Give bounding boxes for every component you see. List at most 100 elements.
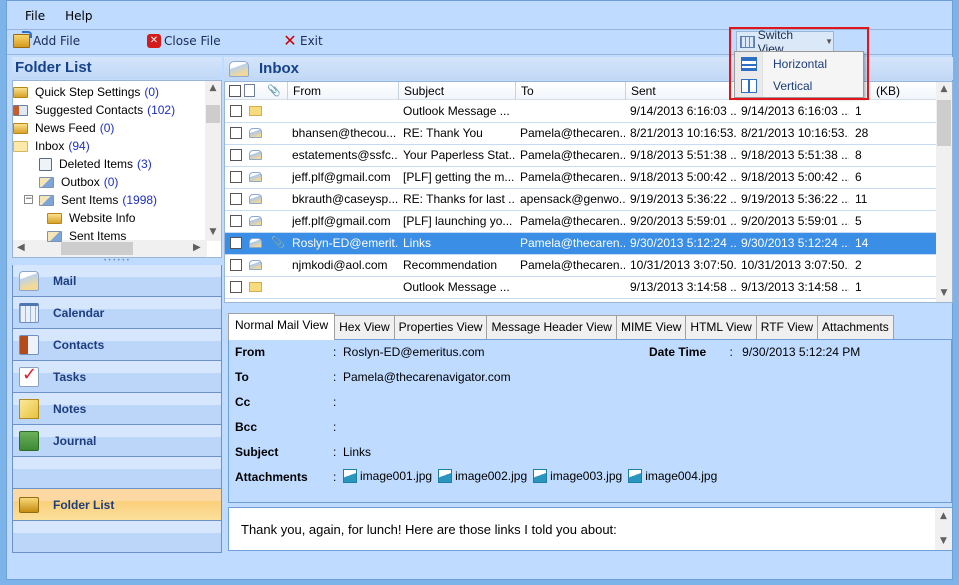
from-label: From (235, 345, 265, 359)
menu-help[interactable]: Help (65, 9, 92, 23)
row-checkbox[interactable] (230, 105, 242, 117)
colon: : (333, 370, 337, 384)
tab-mime-view[interactable]: MIME View (615, 315, 687, 339)
folder-item[interactable]: Sent Items (1998) (39, 191, 157, 209)
close-file-button[interactable]: ✕ Close File (147, 34, 221, 48)
cell-subject: RE: Thanks for last ... (403, 192, 515, 206)
nav-item-folderlist[interactable]: Folder List (13, 489, 221, 521)
tab-hex-view[interactable]: Hex View (334, 315, 395, 339)
attachment-item[interactable]: image001.jpg (343, 469, 432, 483)
row-checkbox[interactable] (230, 149, 242, 161)
folder-item[interactable]: Deleted Items (3) (39, 155, 152, 173)
message-row[interactable]: estatements@ssfc... Your Paperless Stat..… (225, 145, 938, 167)
navigation-pane: Mail Calendar Contacts Tasks Notes Journal Fol… (12, 265, 222, 553)
datetime-label: Date Time (649, 345, 707, 359)
scroll-right-icon[interactable]: ▶ (193, 242, 201, 253)
row-checkbox[interactable] (230, 215, 242, 227)
row-checkbox[interactable] (230, 171, 242, 183)
message-body[interactable]: Thank you, again, for lunch! Here are th… (228, 507, 953, 551)
select-all-checkbox[interactable] (229, 85, 241, 97)
message-row[interactable]: bkrauth@caseysp... RE: Thanks for last ..… (225, 189, 938, 211)
nav-item-notes[interactable]: Notes (13, 393, 221, 425)
scroll-down-icon[interactable]: ▼ (205, 227, 221, 237)
tab-html-view[interactable]: HTML View (685, 315, 757, 339)
folder-item[interactable]: News Feed (0) (13, 119, 114, 137)
menu-bar: File Help (7, 5, 952, 27)
row-checkbox[interactable] (230, 281, 242, 293)
cell-from: njmkodi@aol.com (292, 258, 388, 272)
attachment-item[interactable]: image002.jpg (438, 469, 527, 483)
tab-properties-view[interactable]: Properties View (393, 315, 488, 339)
folder-item[interactable]: Sent Items (47, 227, 126, 245)
folder-icon (13, 122, 28, 134)
cell-sent: 9/30/2013 5:12:24 ... (630, 236, 736, 250)
row-checkbox[interactable] (230, 127, 242, 139)
nav-item-tasks[interactable]: Tasks (13, 361, 221, 393)
cell-to: Pamela@thecaren... (520, 214, 625, 228)
nav-item-contacts[interactable]: Contacts (13, 329, 221, 361)
nav-item-label: Calendar (53, 305, 105, 320)
folder-tree-vscrollbar[interactable]: ▲ ▼ (205, 81, 221, 241)
attachment-item[interactable]: image003.jpg (533, 469, 622, 483)
tab-normal-mail-view[interactable]: Normal Mail View (228, 313, 336, 340)
message-row[interactable]: 📎 Roslyn-ED@emerit... Links Pamela@thecaren… (225, 233, 938, 255)
cell-to (520, 101, 625, 122)
folder-item[interactable]: Website Info (47, 209, 135, 227)
add-file-button[interactable]: Add File (13, 31, 81, 48)
add-file-label: Add File (33, 34, 81, 48)
menu-file[interactable]: File (25, 9, 45, 23)
scroll-up-icon[interactable]: ▲ (936, 84, 952, 94)
message-list: 📎 From Subject To Sent (KB) Outlook Mess… (224, 81, 953, 303)
folder-count: (94) (68, 139, 90, 153)
tab-attachments[interactable]: Attachments (817, 315, 894, 339)
folder-item[interactable]: Suggested Contacts (102) (13, 101, 175, 119)
exit-button[interactable]: ✕ Exit (283, 33, 322, 49)
scroll-up-icon[interactable]: ▲ (205, 83, 221, 93)
nav-item-mail[interactable]: Mail (13, 265, 221, 297)
scroll-up-icon[interactable]: ▲ (935, 511, 952, 521)
row-checkbox[interactable] (230, 193, 242, 205)
row-checkbox[interactable] (230, 237, 242, 249)
folder-count: (102) (147, 103, 176, 117)
scroll-thumb[interactable] (206, 105, 220, 123)
message-row[interactable]: bhansen@thecou... RE: Thank You Pamela@the… (225, 123, 938, 145)
nav-item-label: Mail (53, 273, 77, 288)
nav-item-calendar[interactable]: Calendar (13, 297, 221, 329)
folder-item[interactable]: Inbox (94) (13, 137, 90, 155)
message-row[interactable]: njmkodi@aol.com Recommendation Pamela@thec… (225, 255, 938, 277)
nav-item-label: Folder List (53, 497, 115, 512)
message-list-vscrollbar[interactable]: ▲ ▼ (936, 82, 952, 302)
message-row[interactable]: jeff.plf@gmail.com [PLF] getting the m...… (225, 167, 938, 189)
message-row[interactable]: jeff.plf@gmail.com [PLF] launching yo... P… (225, 211, 938, 233)
folder-item[interactable]: Quick Step Settings (0) (13, 83, 159, 101)
message-row[interactable]: Outlook Message ... 9/13/2013 3:14:58 ...… (225, 277, 938, 299)
column-sent[interactable]: Sent (625, 82, 736, 100)
column-from[interactable]: From (287, 82, 397, 100)
message-body-scrollbar[interactable]: ▲ ▼ (935, 508, 952, 550)
menu-item-vertical[interactable]: Vertical (735, 75, 863, 97)
column-subject[interactable]: Subject (398, 82, 515, 100)
attachment-item[interactable]: image004.jpg (628, 469, 717, 483)
scroll-down-icon[interactable]: ▼ (936, 288, 952, 298)
menu-item-horizontal[interactable]: Horizontal (735, 53, 863, 75)
column-to[interactable]: To (515, 82, 625, 100)
unread-envelope-icon (249, 282, 262, 292)
calendar-icon (19, 302, 39, 323)
folder-item[interactable]: Outbox (0) (39, 173, 118, 191)
folder-name: Website Info (69, 211, 136, 225)
scroll-left-icon[interactable]: ◀ (17, 242, 25, 253)
tab-message-header-view[interactable]: Message Header View (486, 315, 617, 339)
cell-to: Pamela@thecaren... (520, 126, 625, 140)
collapse-icon[interactable]: − (24, 195, 33, 204)
scroll-thumb[interactable] (937, 100, 951, 146)
cell-size: 28 (855, 126, 869, 140)
nav-item-journal[interactable]: Journal (13, 425, 221, 457)
view-tabs: Normal Mail View Hex View Properties View M… (228, 313, 894, 340)
message-row[interactable]: Outlook Message ... 9/14/2013 6:16:03 ...… (225, 101, 938, 123)
row-checkbox[interactable] (230, 259, 242, 271)
tab-rtf-view[interactable]: RTF View (755, 315, 819, 339)
colon: : (333, 395, 337, 409)
switch-view-button[interactable]: Switch View ▼ (736, 28, 834, 56)
folder-name: News Feed (35, 121, 96, 135)
scroll-down-icon[interactable]: ▼ (935, 536, 952, 546)
